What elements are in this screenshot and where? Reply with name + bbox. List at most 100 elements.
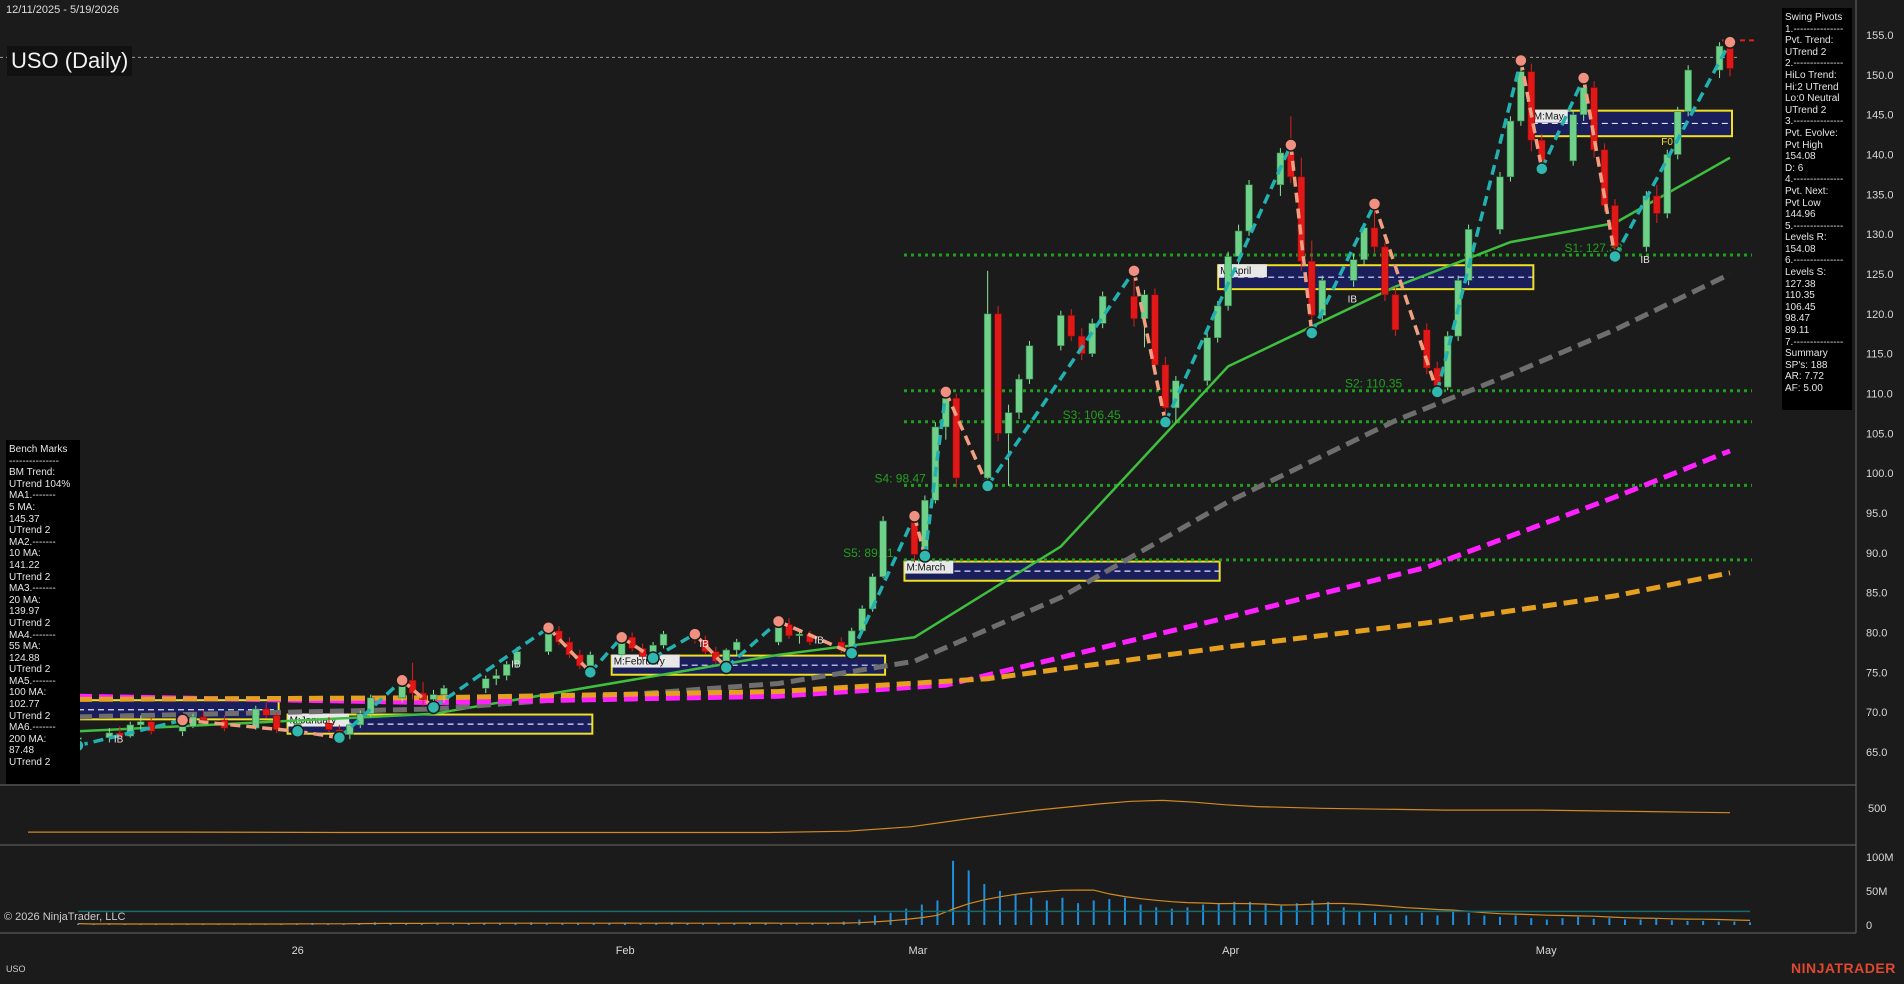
swing-low-marker	[426, 700, 441, 715]
candle-body	[1349, 259, 1358, 281]
candle-body	[1025, 345, 1034, 380]
bench-marks-line: 124.88	[9, 652, 40, 664]
candle-body	[1464, 229, 1473, 281]
bench-marks-line: 5 MA:	[9, 501, 36, 513]
candle-body	[1496, 176, 1504, 230]
price-tick-label: 145.0	[1866, 110, 1894, 122]
candle-body	[252, 708, 260, 729]
candle-body	[1370, 227, 1379, 248]
time-tick-label: May	[1536, 945, 1557, 957]
bench-marks-line: MA5.-------	[9, 675, 56, 687]
volume-tick-label: 0	[1866, 920, 1872, 932]
candle-body	[659, 633, 668, 646]
swing-high-marker	[541, 620, 556, 635]
candle-body	[492, 675, 500, 680]
candle-body	[262, 708, 270, 716]
swing-low-marker	[719, 660, 734, 675]
swing-high-marker	[1514, 53, 1528, 68]
swing-high-marker	[1367, 197, 1382, 211]
candle-body	[137, 721, 145, 726]
price-chart: 65.0 70.0 75.0 80.0 85.0 90.0 95.0 100.0 105.0 11…	[0, 0, 1904, 979]
swing-pivots-line: UTrend 2	[1785, 104, 1827, 116]
support-level-label: S3: 106.45	[1063, 408, 1121, 422]
bench-marks-line: 10 MA:	[9, 548, 41, 560]
swing-low-marker	[918, 549, 932, 563]
price-tick-label: 75.0	[1866, 667, 1887, 679]
swing-high-marker	[1127, 264, 1141, 278]
swing-pivots-line: 154.08	[1785, 243, 1816, 255]
swing-low-marker	[332, 730, 347, 745]
candle-body	[795, 633, 804, 636]
candle-body	[1642, 195, 1651, 248]
candle-body	[1726, 45, 1734, 69]
swing-pivots-line: 89.11	[1785, 325, 1810, 337]
bench-marks-line: 145.37	[9, 513, 40, 525]
swing-pivots-line: UTrend 2	[1785, 46, 1827, 58]
bench-marks-panel: Bench Marks --------------- BM Trend: UTren…	[6, 440, 80, 784]
bench-marks-line: MA3.-------	[9, 583, 56, 595]
candle-body	[429, 694, 438, 700]
bench-marks-line: UTrend 2	[9, 617, 51, 629]
swing-pivots-line: AR: 7.72	[1785, 371, 1824, 383]
time-tick-label: Feb	[616, 945, 635, 957]
candle-body	[199, 716, 208, 721]
bench-marks-line: MA6.-------	[9, 722, 56, 734]
bench-marks-line: 55 MA:	[9, 641, 41, 653]
swing-high-marker	[1576, 71, 1591, 85]
time-tick-label: 26	[292, 945, 304, 957]
swing-pivots-line: Levels R:	[1785, 232, 1827, 244]
bench-marks-line: 100 MA:	[9, 687, 47, 699]
swing-pivots-line: 7.---------------	[1785, 336, 1844, 348]
swing-low-marker	[583, 665, 598, 680]
swing-high-marker	[1723, 35, 1737, 49]
candle-body	[1057, 315, 1065, 346]
bar-pattern-label: IB	[114, 734, 124, 745]
swing-pivots-line: 154.08	[1785, 151, 1816, 163]
bench-marks-line: 141.22	[9, 559, 40, 571]
swing-pivots-line: SP's: 188	[1785, 359, 1828, 371]
bar-pattern-label: F0	[1661, 137, 1673, 148]
candle-body	[722, 649, 730, 662]
price-tick-label: 130.0	[1866, 229, 1894, 241]
candle-body	[732, 641, 741, 651]
bench-marks-line: 139.97	[9, 606, 40, 618]
price-tick-label: 65.0	[1866, 747, 1887, 759]
ninjatrader-logo: NINJATRADER	[1791, 960, 1896, 976]
swing-pivots-line: 3.---------------	[1785, 116, 1844, 128]
candle-body	[879, 520, 887, 578]
swing-pivots-line: 127.38	[1785, 278, 1816, 290]
chart-title: USO (Daily)	[7, 46, 133, 76]
support-level-label: S4: 98.47	[874, 471, 926, 485]
bench-marks-line: 200 MA:	[9, 733, 47, 745]
swing-low-marker	[1608, 249, 1622, 264]
swing-pivots-line: 110.35	[1785, 290, 1815, 302]
volume-tick-label: 100M	[1866, 852, 1894, 864]
candle-body	[1161, 364, 1170, 409]
price-tick-label: 135.0	[1866, 189, 1894, 201]
swing-pivots-line: Pvt. Trend:	[1785, 35, 1834, 47]
candle-body	[1684, 69, 1692, 112]
swing-pivots-line: Pvt. Next:	[1785, 185, 1829, 197]
swing-pivots-line: 106.45	[1785, 301, 1816, 313]
candle-body	[178, 726, 187, 732]
swing-pivots-line: D: 6	[1785, 162, 1804, 174]
swing-high-marker	[395, 673, 409, 688]
swing-high-marker	[771, 614, 786, 629]
bar-pattern-label: IB	[1640, 255, 1650, 266]
bench-marks-line: UTrend 2	[9, 525, 51, 537]
swing-pivots-line: 5.---------------	[1785, 220, 1844, 232]
bar-pattern-label: IB	[511, 660, 521, 671]
candle-body	[858, 608, 866, 632]
date-range: 12/11/2025 - 5/19/2026	[6, 4, 119, 16]
candle-body	[502, 664, 511, 676]
chart-window: 65.0 70.0 75.0 80.0 85.0 90.0 95.0 100.0 105.0 11…	[0, 0, 1904, 979]
bench-marks-line: UTrend 2	[9, 710, 51, 722]
candle-body	[1506, 120, 1515, 178]
swing-pivots-line: Pvt Low	[1785, 197, 1821, 209]
swing-pivots-line: Swing Pivots	[1785, 12, 1843, 23]
candle-body	[440, 687, 448, 695]
bench-marks-line: MA4.-------	[9, 629, 56, 641]
price-tick-label: 125.0	[1866, 269, 1894, 281]
candle-body	[1224, 256, 1232, 307]
price-tick-label: 95.0	[1866, 508, 1887, 520]
